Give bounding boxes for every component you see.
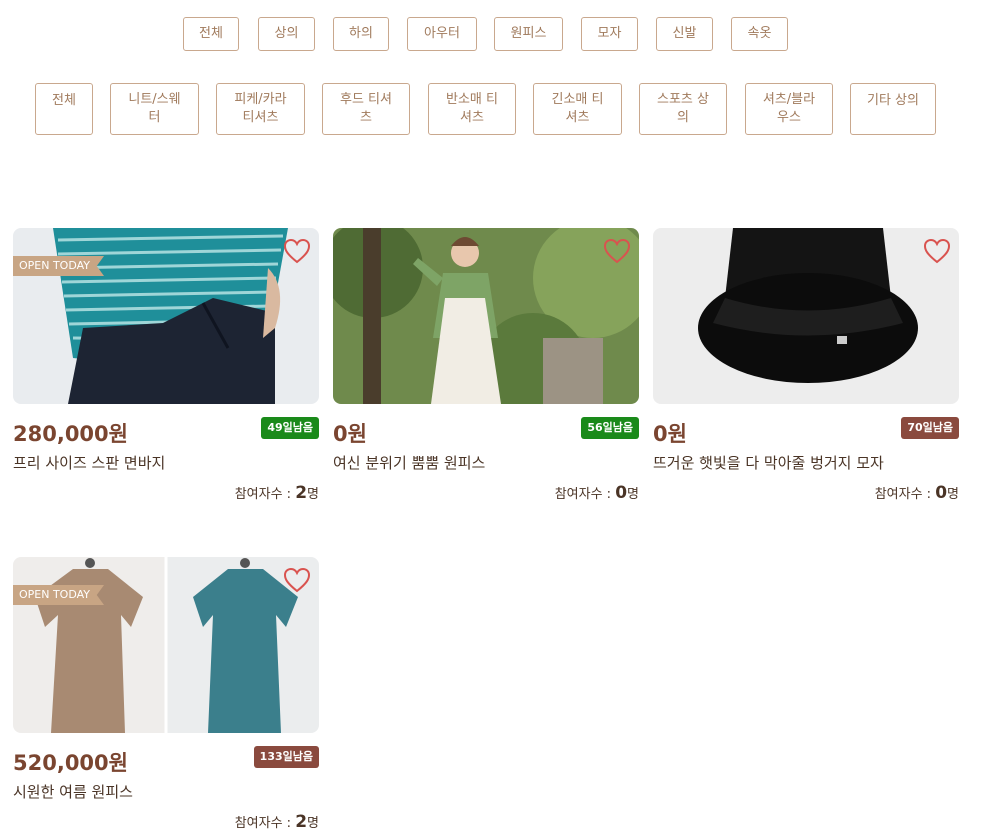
product-price: 0원 <box>653 422 687 446</box>
product-image[interactable]: OPEN TODAY <box>13 557 319 733</box>
subcategory-label: 피케/카라 <box>234 92 287 107</box>
product-name[interactable]: 시원한 여름 원피스 <box>13 781 133 802</box>
subcategory-long-sleeve-button[interactable]: 긴소매 티 셔츠 <box>533 83 622 135</box>
participant-number: 2 <box>295 812 308 832</box>
subcategory-label: 셔츠/블라 <box>762 92 816 107</box>
subcategory-label: 츠 <box>360 110 372 125</box>
heart-icon[interactable] <box>923 238 951 264</box>
product-card[interactable]: OPEN TODAY 280,000원 49일남음 프리 사이즈 스판 면바지 … <box>13 228 319 508</box>
product-name[interactable]: 뜨거운 햇빛을 다 막아줄 벙거지 모자 <box>653 452 884 473</box>
participant-label: 참여자수 : <box>234 487 296 502</box>
linen-dresses-photo <box>13 557 319 733</box>
subcategory-sports-button[interactable]: 스포츠 상 의 <box>639 83 727 135</box>
participant-count: 참여자수 : 0명 <box>875 483 959 503</box>
category-bottoms-button[interactable]: 하의 <box>333 17 389 51</box>
subcategory-label: 티셔츠 <box>242 110 279 125</box>
participant-number: 2 <box>295 483 308 503</box>
product-card[interactable]: 0원 70일남음 뜨거운 햇빛을 다 막아줄 벙거지 모자 참여자수 : 0명 <box>653 228 959 508</box>
subcategory-label: 니트/스웨 <box>128 92 181 107</box>
subcategory-other-button[interactable]: 기타 상의 <box>850 83 936 135</box>
product-card[interactable]: 0원 56일남음 여신 분위기 뿜뿜 원피스 참여자수 : 0명 <box>333 228 639 508</box>
participant-count: 참여자수 : 2명 <box>235 812 319 832</box>
category-underwear-button[interactable]: 속옷 <box>731 17 788 51</box>
garden-dress-photo <box>333 228 639 404</box>
participant-count: 참여자수 : 0명 <box>555 483 639 503</box>
sub-category-row: 전체 니트/스웨 터 피케/카라 티셔츠 후드 티셔 츠 반소매 티 셔츠 긴소… <box>0 83 985 135</box>
category-onepiece-button[interactable]: 원피스 <box>494 17 563 51</box>
participant-label: 참여자수 : <box>234 816 296 831</box>
subcategory-pique-button[interactable]: 피케/카라 티셔츠 <box>216 83 305 135</box>
pants-photo <box>13 228 319 404</box>
subcategory-label: 긴소매 티 <box>551 92 604 107</box>
subcategory-label: 스포츠 상 <box>657 92 709 107</box>
bucket-hat-photo <box>653 228 959 404</box>
participant-number: 0 <box>935 483 948 503</box>
open-today-ribbon: OPEN TODAY <box>13 256 105 276</box>
subcategory-label: 셔츠 <box>565 110 590 125</box>
subcategory-label: 전체 <box>52 93 76 108</box>
heart-icon[interactable] <box>283 567 311 593</box>
main-category-row: 전체 상의 하의 아우터 원피스 모자 신발 속옷 <box>0 17 985 51</box>
heart-icon[interactable] <box>283 238 311 264</box>
subcategory-label: 셔츠 <box>460 110 484 125</box>
subcategory-label: 의 <box>677 110 689 125</box>
subcategory-label: 기타 상의 <box>867 93 919 108</box>
days-left-badge: 133일남음 <box>253 746 319 768</box>
category-shoes-button[interactable]: 신발 <box>656 17 713 51</box>
participant-unit: 명 <box>947 487 959 502</box>
category-all-button[interactable]: 전체 <box>183 17 239 51</box>
product-image[interactable]: OPEN TODAY <box>13 228 319 404</box>
category-outer-button[interactable]: 아우터 <box>407 17 477 51</box>
heart-icon[interactable] <box>603 238 631 264</box>
participant-label: 참여자수 : <box>554 487 616 502</box>
subcategory-label: 우스 <box>777 110 801 125</box>
days-left-badge: 70일남음 <box>901 417 959 439</box>
subcategory-short-sleeve-button[interactable]: 반소매 티 셔츠 <box>428 83 516 135</box>
participant-count: 참여자수 : 2명 <box>235 483 319 503</box>
product-name[interactable]: 프리 사이즈 스판 면바지 <box>13 452 165 473</box>
subcategory-label: 반소매 티 <box>446 92 498 107</box>
product-price: 0원 <box>333 422 367 446</box>
participant-unit: 명 <box>307 487 319 502</box>
subcategory-label: 터 <box>148 110 161 125</box>
subcategory-all-button[interactable]: 전체 <box>35 83 93 135</box>
subcategory-shirts-button[interactable]: 셔츠/블라 우스 <box>745 83 833 135</box>
product-name[interactable]: 여신 분위기 뿜뿜 원피스 <box>333 452 485 473</box>
open-today-ribbon: OPEN TODAY <box>13 585 105 605</box>
product-image[interactable] <box>653 228 959 404</box>
subcategory-hoodie-button[interactable]: 후드 티셔 츠 <box>322 83 410 135</box>
subcategory-knit-button[interactable]: 니트/스웨 터 <box>110 83 199 135</box>
subcategory-label: 후드 티셔 <box>340 92 392 107</box>
product-price: 520,000원 <box>13 751 128 775</box>
days-left-badge: 56일남음 <box>581 417 639 439</box>
participant-unit: 명 <box>307 816 319 831</box>
product-image[interactable] <box>333 228 639 404</box>
participant-unit: 명 <box>627 487 639 502</box>
product-price: 280,000원 <box>13 422 128 446</box>
participant-number: 0 <box>615 483 628 503</box>
category-tops-button[interactable]: 상의 <box>258 17 315 51</box>
category-hats-button[interactable]: 모자 <box>581 17 638 51</box>
days-left-badge: 49일남음 <box>261 417 319 439</box>
participant-label: 참여자수 : <box>874 487 936 502</box>
product-card[interactable]: OPEN TODAY 520,000원 133일남음 시원한 여름 원피스 참여… <box>13 557 319 837</box>
